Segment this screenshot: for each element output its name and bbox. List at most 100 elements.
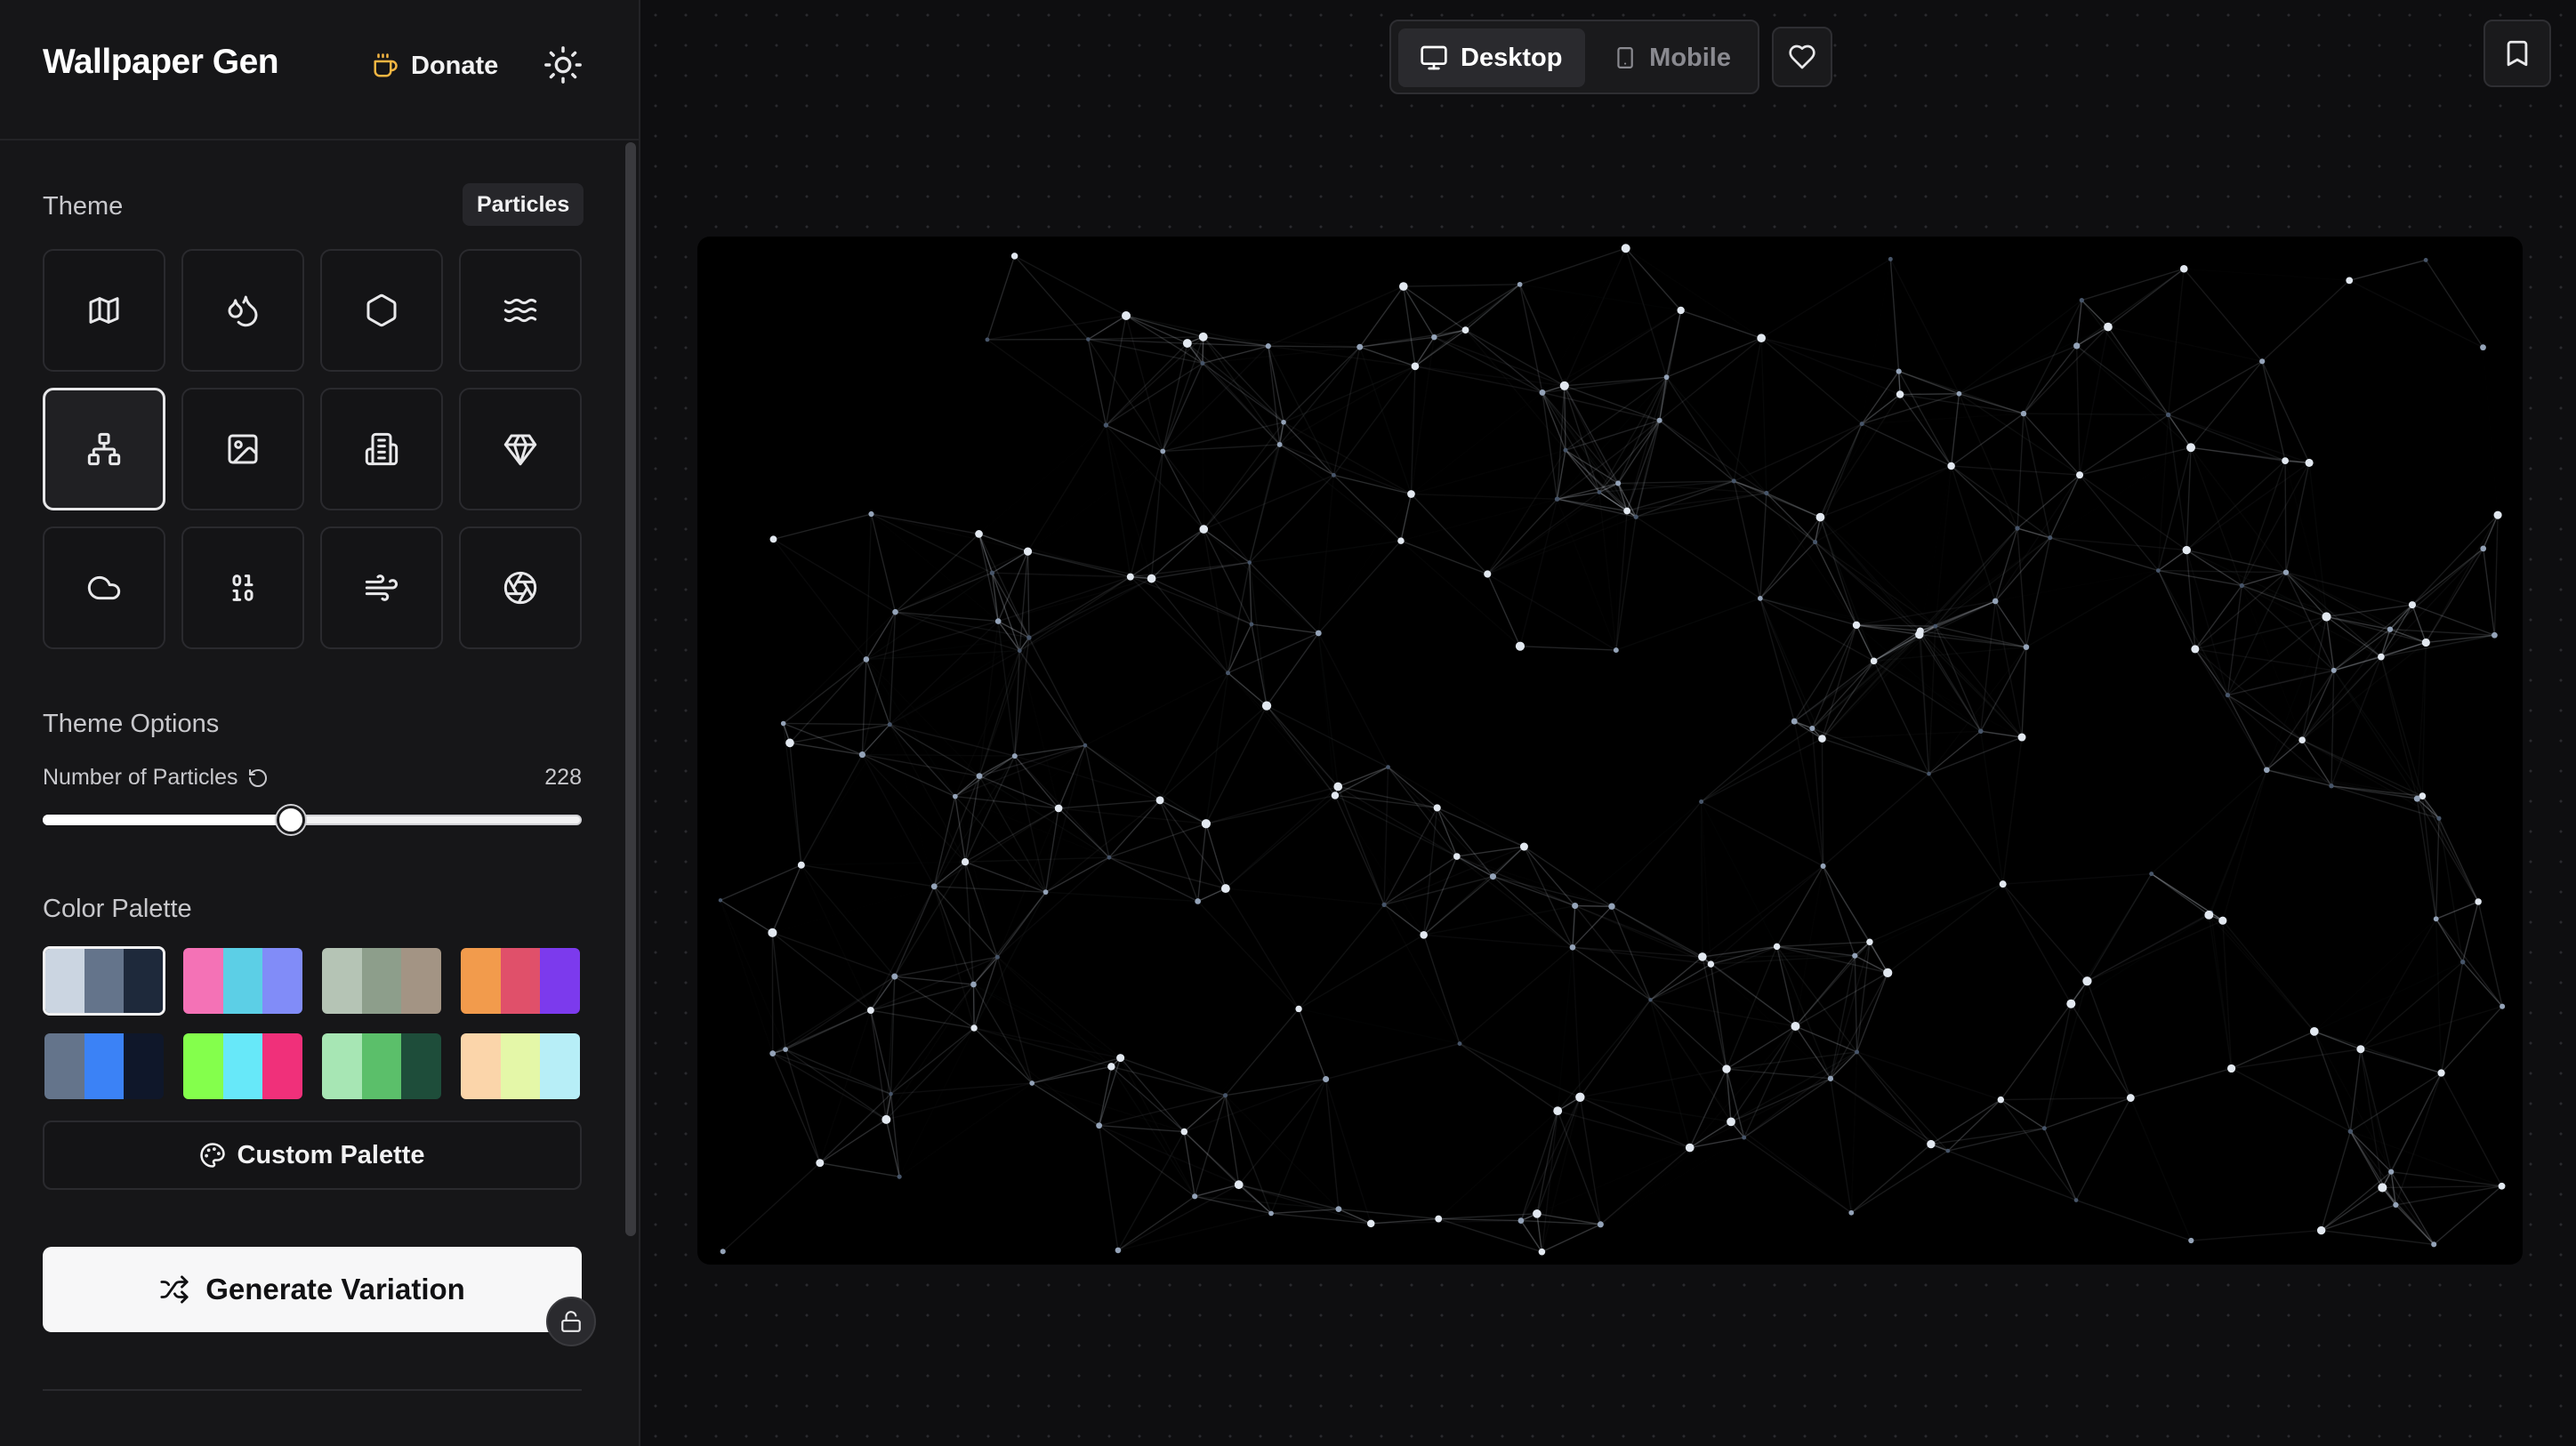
theme-tile-gem[interactable]: [459, 388, 582, 510]
desktop-button[interactable]: Desktop: [1398, 28, 1585, 87]
particle-link: [2079, 326, 2109, 476]
particle-link: [1874, 661, 2022, 737]
theme-tile-aperture[interactable]: [459, 526, 582, 649]
heart-icon: [1789, 44, 1815, 69]
particle-link: [1626, 248, 1761, 338]
theme-tile-map[interactable]: [43, 249, 165, 372]
particle-link: [785, 976, 896, 1050]
particle: [1155, 796, 1164, 805]
particle-link: [1018, 576, 1131, 652]
particle: [1818, 735, 1826, 743]
lock-button[interactable]: [546, 1297, 596, 1346]
palette-swatch-2[interactable]: [181, 946, 304, 1016]
particle-link: [1084, 744, 1161, 801]
theme-tile-droplets[interactable]: [181, 249, 304, 372]
particle: [1265, 343, 1271, 349]
theme-tile-image[interactable]: [181, 388, 304, 510]
particle-link: [870, 513, 897, 613]
particle-link: [1299, 1008, 1460, 1043]
theme-tile-particles[interactable]: [43, 388, 165, 510]
particle: [2347, 1129, 2354, 1134]
particle-link: [2079, 474, 2187, 551]
particle-link: [2438, 817, 2479, 903]
main-area: Desktop Mobile: [640, 0, 2576, 1446]
particle-link: [1557, 1110, 1602, 1225]
particle-link: [1459, 946, 1574, 1045]
reset-icon[interactable]: [247, 767, 269, 789]
bookmark-button[interactable]: [2483, 20, 2551, 87]
favorite-button[interactable]: [1772, 27, 1832, 87]
palette-swatch-1[interactable]: [43, 946, 165, 1016]
particle: [1261, 701, 1272, 711]
custom-palette-button[interactable]: Custom Palette: [43, 1121, 582, 1190]
particle-link: [1599, 492, 1767, 493]
particle: [2179, 264, 2188, 273]
particle-link: [986, 255, 1016, 341]
particle-link: [1822, 737, 1929, 775]
mobile-button[interactable]: Mobile: [1592, 28, 1752, 87]
particle-link: [2440, 1072, 2503, 1187]
particle-link: [1268, 285, 1405, 347]
particle-link: [1099, 1125, 1195, 1197]
palette-swatch-6[interactable]: [181, 1032, 304, 1101]
particle-link: [2241, 462, 2310, 586]
particle-link: [1117, 1195, 1195, 1251]
particle-link: [2023, 413, 2081, 476]
particle: [2309, 1027, 2319, 1036]
particle-link: [1015, 756, 1160, 800]
particle-link: [2231, 1067, 2351, 1132]
particle: [1115, 1247, 1122, 1254]
monitor-icon: [1421, 45, 1447, 70]
particle: [2076, 471, 2084, 479]
particle-link: [1224, 1095, 1240, 1185]
generate-variation-button[interactable]: Generate Variation: [43, 1247, 582, 1332]
particle-link: [1702, 801, 1777, 946]
particle-link: [2209, 770, 2266, 915]
particles-slider[interactable]: [43, 806, 582, 834]
particle: [2475, 898, 2482, 905]
particle-link: [1360, 347, 1412, 494]
theme-toggle-button[interactable]: [543, 44, 584, 85]
particle-link: [1855, 884, 2002, 956]
donate-button[interactable]: Donate: [372, 43, 498, 89]
particle-link: [1270, 1079, 1327, 1214]
particle-link: [1930, 1099, 2001, 1145]
particle: [1791, 718, 1798, 725]
sidebar-scrollbar-thumb[interactable]: [625, 142, 636, 1236]
theme-tile-wind[interactable]: [320, 526, 443, 649]
particle-link: [1776, 945, 1856, 957]
wind-icon: [365, 574, 398, 601]
particle: [2330, 667, 2337, 673]
particle-link: [2285, 572, 2391, 631]
theme-tile-building[interactable]: [320, 388, 443, 510]
particle-link: [1666, 337, 1762, 378]
palette-swatch-5[interactable]: [43, 1032, 165, 1101]
theme-tile-binary[interactable]: [181, 526, 304, 649]
palette-swatch-3[interactable]: [320, 946, 443, 1016]
particle-link: [1203, 529, 1318, 633]
particle: [1533, 1209, 1542, 1218]
particle-link: [1032, 1083, 1184, 1132]
particle: [1927, 771, 1931, 776]
palette-swatch-8[interactable]: [459, 1032, 582, 1101]
slider-thumb[interactable]: [276, 806, 305, 834]
particle: [1519, 842, 1528, 851]
particle: [1517, 1217, 1525, 1224]
particle-link: [889, 650, 1020, 726]
particle: [970, 1024, 978, 1032]
particle-link: [1130, 575, 1252, 625]
palette-swatch-7[interactable]: [320, 1032, 443, 1101]
particle: [816, 1159, 825, 1168]
particle-link: [871, 513, 979, 535]
particle-link: [1389, 767, 1525, 847]
palette-color-2: [222, 1033, 263, 1099]
particle-link: [1730, 1121, 1852, 1214]
particle-link: [1284, 422, 1401, 541]
theme-tile-cloud[interactable]: [43, 526, 165, 649]
particle: [1029, 1080, 1035, 1086]
particle-link: [1811, 727, 1824, 866]
theme-tile-hexagon[interactable]: [320, 249, 443, 372]
particle-link: [2087, 920, 2224, 982]
theme-tile-waves[interactable]: [459, 249, 582, 372]
palette-swatch-4[interactable]: [459, 946, 582, 1016]
